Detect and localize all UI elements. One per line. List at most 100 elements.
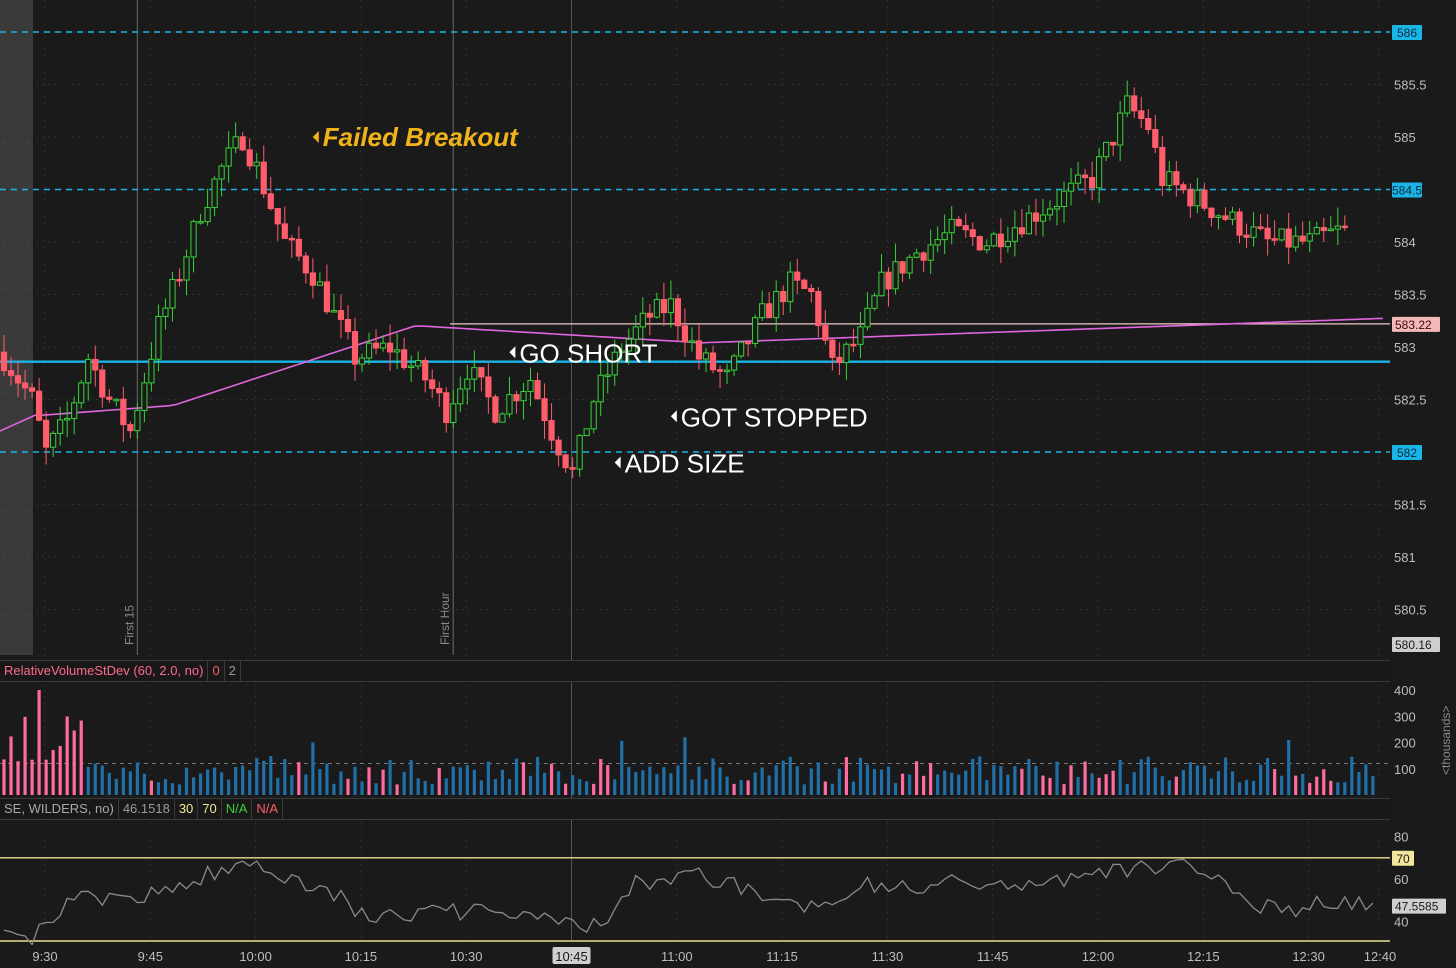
candle-body [983, 245, 990, 251]
volume-bar [191, 777, 196, 795]
candle-body [78, 382, 85, 404]
volume-bar [465, 765, 469, 795]
volume-bar [676, 765, 680, 795]
candle-body [1067, 182, 1075, 192]
volume-bar [1195, 765, 1199, 795]
candle-body [569, 467, 576, 470]
price-tick-label: 585 [1394, 130, 1416, 145]
volume-study-header[interactable]: RelativeVolumeStDev (60, 2.0, no) 0 2 [0, 660, 1390, 682]
current-price-label: 583.22 [1395, 318, 1432, 332]
candle-body [562, 454, 569, 469]
volume-bar [795, 766, 799, 795]
rsi-overbought-tag-label: 70 [1396, 852, 1410, 866]
candle-body [1124, 95, 1131, 114]
volume-bar [1181, 770, 1185, 795]
candle-body [330, 310, 338, 313]
candle-body [723, 369, 731, 373]
volume-bar [1104, 774, 1108, 795]
rsi-study-header[interactable]: SE, WILDERS, no) 46.1518 30 70 N/A N/A [0, 798, 1390, 820]
candle-body [527, 380, 534, 393]
candle-body [906, 256, 913, 274]
candle-body [225, 147, 232, 167]
volume-bar [1280, 775, 1284, 795]
candle-body [183, 256, 190, 281]
candle-body [885, 271, 892, 290]
volume-bar [149, 780, 154, 795]
candle-body [274, 208, 281, 225]
candle-body [1236, 211, 1243, 236]
volume-bar [1125, 783, 1129, 795]
rsi-study-name[interactable]: SE, WILDERS, no) [0, 799, 119, 819]
candle-body [351, 331, 359, 365]
volume-bar [255, 758, 259, 795]
volume-bar [1230, 771, 1235, 795]
volume-bar [170, 783, 175, 795]
candle-body [281, 223, 288, 239]
volume-bar [627, 766, 631, 795]
volume-bar [950, 772, 954, 795]
candle-body [253, 161, 260, 167]
volume-bar [985, 780, 989, 795]
volume-bar [381, 769, 385, 795]
rsi-na-down: N/A [252, 799, 284, 819]
price-axis[interactable]: 586 585.5 585 584.5 584 583.5 583 582.5 582 581.5… [1390, 0, 1456, 968]
time-tick-label: 12:15 [1187, 949, 1220, 964]
volume-bar [865, 764, 870, 795]
candle-body [316, 281, 323, 286]
volume-tick-label: 400 [1394, 683, 1416, 698]
candle-body [646, 312, 653, 318]
candle-body [1278, 228, 1285, 241]
candle-body [401, 349, 408, 368]
candle-body [836, 356, 843, 364]
volume-bar [311, 742, 315, 795]
canvas-background [0, 0, 1456, 968]
volume-bar [1336, 782, 1340, 795]
candle-body [534, 380, 541, 400]
candle-body [21, 382, 29, 389]
premarket-shade [0, 0, 33, 655]
volume-bar [1146, 756, 1150, 795]
volume-bar [1188, 762, 1192, 795]
volume-bar [423, 780, 427, 795]
volume-bar [472, 769, 476, 795]
candle-body [541, 398, 548, 422]
candle-body [1053, 205, 1061, 210]
candle-body [969, 229, 976, 238]
volume-bar [500, 769, 505, 795]
volume-bar [1202, 765, 1207, 795]
volume-unit-label: <thousands> [1439, 706, 1453, 775]
volume-bar [957, 774, 961, 795]
candle-body [1081, 174, 1089, 179]
volume-bar [332, 783, 336, 795]
volume-bar [1258, 764, 1263, 795]
annotation-text: GOT STOPPED [681, 402, 868, 432]
candle-body [99, 369, 106, 398]
candle-body [766, 303, 773, 319]
volume-bar [620, 740, 624, 795]
chart-canvas[interactable]: First 15 First Hour Failed Breakout GO SHO… [0, 0, 1456, 968]
candle-body [246, 149, 253, 167]
candle-body [1222, 215, 1229, 220]
volume-bar [816, 762, 820, 795]
candle-body [955, 218, 962, 227]
volume-bar [528, 775, 533, 795]
candle-body [358, 357, 366, 365]
volume-bar [51, 749, 55, 795]
candle-body [148, 358, 155, 384]
volume-study-value1: 0 [208, 661, 225, 681]
candle-body [1089, 177, 1096, 189]
volume-bar [641, 770, 645, 795]
candle-body [408, 365, 415, 368]
time-axis[interactable]: 9:30 9:45 10:00 10:15 10:30 10:45 11:00 11:15 11… [0, 945, 1456, 968]
volume-study-name[interactable]: RelativeVolumeStDev (60, 2.0, no) [0, 661, 209, 681]
candle-body [934, 239, 941, 246]
candle-body [1110, 141, 1117, 146]
volume-bar [1132, 772, 1136, 795]
candle-body [1299, 235, 1306, 242]
volume-study-value2: 2 [225, 661, 241, 681]
volume-bar [437, 767, 441, 795]
volume-bar [662, 767, 666, 795]
candle-body [1285, 228, 1292, 248]
candle-body [141, 382, 148, 411]
candle-body [1060, 190, 1068, 207]
